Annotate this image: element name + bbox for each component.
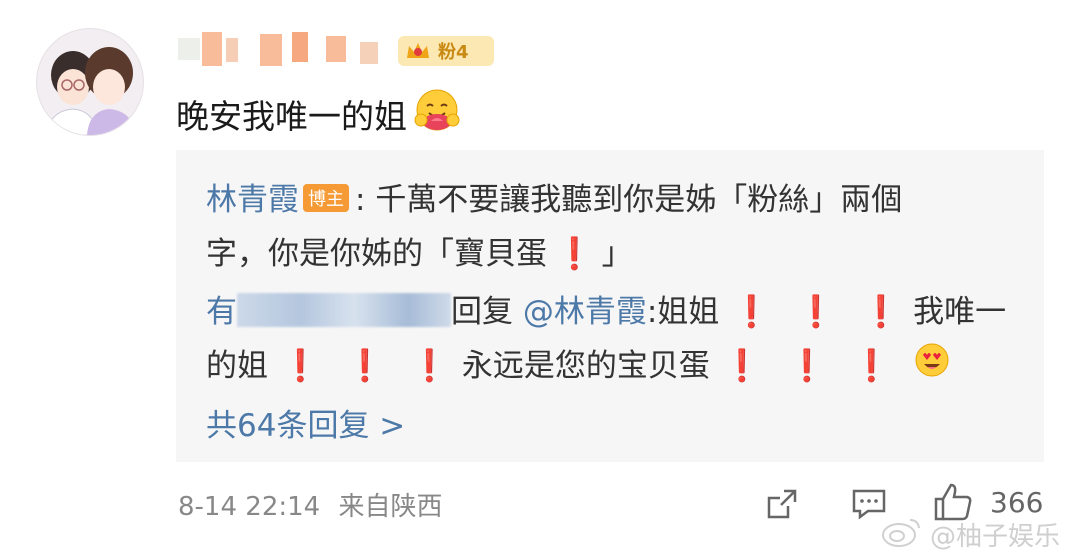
author-name-link[interactable]: 林青霞 xyxy=(206,182,299,218)
username-obscured[interactable] xyxy=(176,32,382,70)
crown-icon xyxy=(398,36,438,66)
comment-date: 8-14 22:14 xyxy=(178,492,321,522)
mention-link[interactable]: @林青霞 xyxy=(523,294,647,330)
more-replies-link[interactable]: 共64条回复 > xyxy=(206,400,405,445)
exclamation-icon: ❗ xyxy=(732,294,771,330)
separator: : xyxy=(355,182,366,218)
fan-name-link[interactable]: 有 xyxy=(206,292,451,330)
author-reply-line1: 林青霞 博主: 千萬不要讓我聽到你是姊「粉絲」兩個 xyxy=(206,174,902,219)
author-reply-line2: 字，你是你姊的「寶貝蛋 ❗」 xyxy=(206,228,633,273)
exclamation-icon: ❗ xyxy=(796,294,836,330)
exclamation-icon: ❗ xyxy=(722,348,762,384)
comment-meta: 8-14 22:14 来自陕西 xyxy=(178,486,442,523)
fan-name-obscured xyxy=(237,292,451,327)
heart-eyes-emoji-icon xyxy=(914,342,950,386)
avatar[interactable] xyxy=(36,28,144,136)
fan-name-visible: 有 xyxy=(206,294,237,330)
exclamation-icon: ❗ xyxy=(345,348,385,384)
exclamation-icon: ❗ xyxy=(861,294,901,330)
weibo-logo-icon xyxy=(880,514,924,555)
fan-reply-text-3: 的姐 xyxy=(206,348,268,384)
exclamation-icon: ❗ xyxy=(555,236,594,272)
fan-reply-text-2: 我唯一 xyxy=(913,294,1007,330)
reply-box[interactable]: 林青霞 博主: 千萬不要讓我聽到你是姊「粉絲」兩個 字，你是你姊的「寶貝蛋 ❗」 有… xyxy=(176,150,1044,462)
share-icon[interactable] xyxy=(764,486,800,526)
author-reply-text-1: 千萬不要讓我聽到你是姊「粉絲」兩個 xyxy=(375,182,903,218)
fan-reply-line2: 的姐 ❗ ❗ ❗ 永远是您的宝贝蛋 ❗ ❗ ❗ xyxy=(206,340,950,390)
fan-reply-text-1: :姐姐 xyxy=(646,294,720,330)
exclamation-icon: ❗ xyxy=(852,348,891,384)
comment-source: 来自陕西 xyxy=(338,492,443,522)
fan-level-text: 粉4 xyxy=(438,42,469,63)
author-reply-text-3: 」 xyxy=(601,236,633,272)
exclamation-icon: ❗ xyxy=(281,348,320,384)
watermark-text: @柚子娱乐 xyxy=(930,522,1061,552)
comment-body: 晚安我唯一的姐 xyxy=(176,97,407,136)
author-reply-text-2: 字，你是你姊的「寶貝蛋 xyxy=(206,236,547,272)
hugging-face-emoji-icon xyxy=(413,86,461,142)
comment-text: 晚安我唯一的姐 xyxy=(176,86,461,142)
weibo-watermark: @柚子娱乐 xyxy=(880,514,1060,555)
reply-word: 回复 xyxy=(451,294,513,330)
exclamation-icon: ❗ xyxy=(410,348,449,384)
fan-reply-text-4: 永远是您的宝贝蛋 xyxy=(461,348,710,384)
fan-level-badge: 粉4 xyxy=(398,36,494,66)
exclamation-icon: ❗ xyxy=(787,348,827,384)
blogger-badge: 博主 xyxy=(303,183,349,212)
fan-reply-line1: 有 回复 @林青霞:姐姐 ❗ ❗ ❗ 我唯一 xyxy=(206,286,1006,331)
